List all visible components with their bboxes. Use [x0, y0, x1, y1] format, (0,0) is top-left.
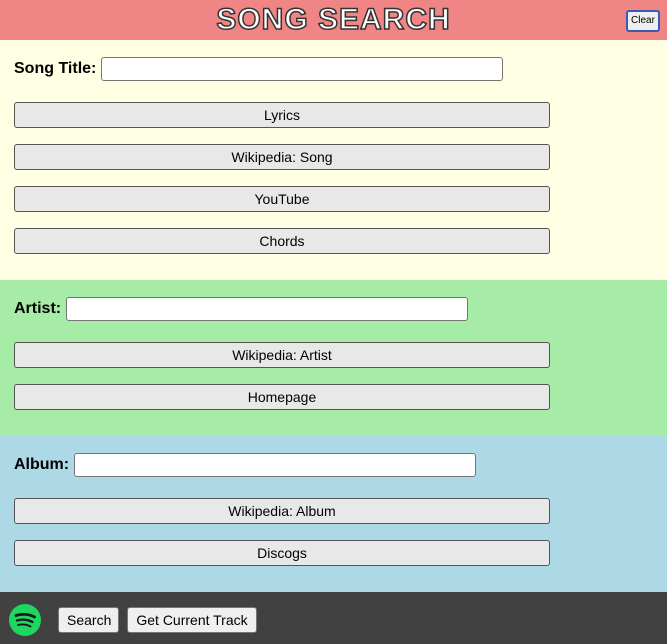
- chords-button[interactable]: Chords: [14, 228, 550, 254]
- get-current-track-button[interactable]: Get Current Track: [127, 607, 257, 633]
- song-title-input[interactable]: [101, 57, 504, 81]
- album-section: Album: Wikipedia: Album Discogs: [0, 436, 667, 592]
- album-label: Album:: [14, 456, 70, 473]
- artist-row: Artist:: [14, 296, 469, 322]
- app-window: SONG SEARCH Clear Song Title: Lyrics Wik…: [0, 0, 667, 644]
- song-section: Song Title: Lyrics Wikipedia: Song YouTu…: [0, 40, 667, 280]
- header-bar: SONG SEARCH Clear: [0, 0, 667, 40]
- artist-input[interactable]: [66, 297, 469, 321]
- artist-section: Artist: Wikipedia: Artist Homepage: [0, 280, 667, 436]
- wikipedia-album-button[interactable]: Wikipedia: Album: [14, 498, 550, 524]
- wikipedia-artist-button[interactable]: Wikipedia: Artist: [14, 342, 550, 368]
- discogs-button[interactable]: Discogs: [14, 540, 550, 566]
- song-title-row: Song Title:: [14, 56, 504, 82]
- clear-button[interactable]: Clear: [626, 10, 660, 32]
- song-title-label: Song Title:: [14, 60, 97, 77]
- youtube-button[interactable]: YouTube: [14, 186, 550, 212]
- album-row: Album:: [14, 452, 477, 478]
- homepage-button[interactable]: Homepage: [14, 384, 550, 410]
- wikipedia-song-button[interactable]: Wikipedia: Song: [14, 144, 550, 170]
- search-button[interactable]: Search: [58, 607, 119, 633]
- page-title: SONG SEARCH: [216, 2, 451, 37]
- spotify-icon[interactable]: [9, 604, 41, 636]
- album-input[interactable]: [74, 453, 477, 477]
- lyrics-button[interactable]: Lyrics: [14, 102, 550, 128]
- artist-label: Artist:: [14, 300, 62, 317]
